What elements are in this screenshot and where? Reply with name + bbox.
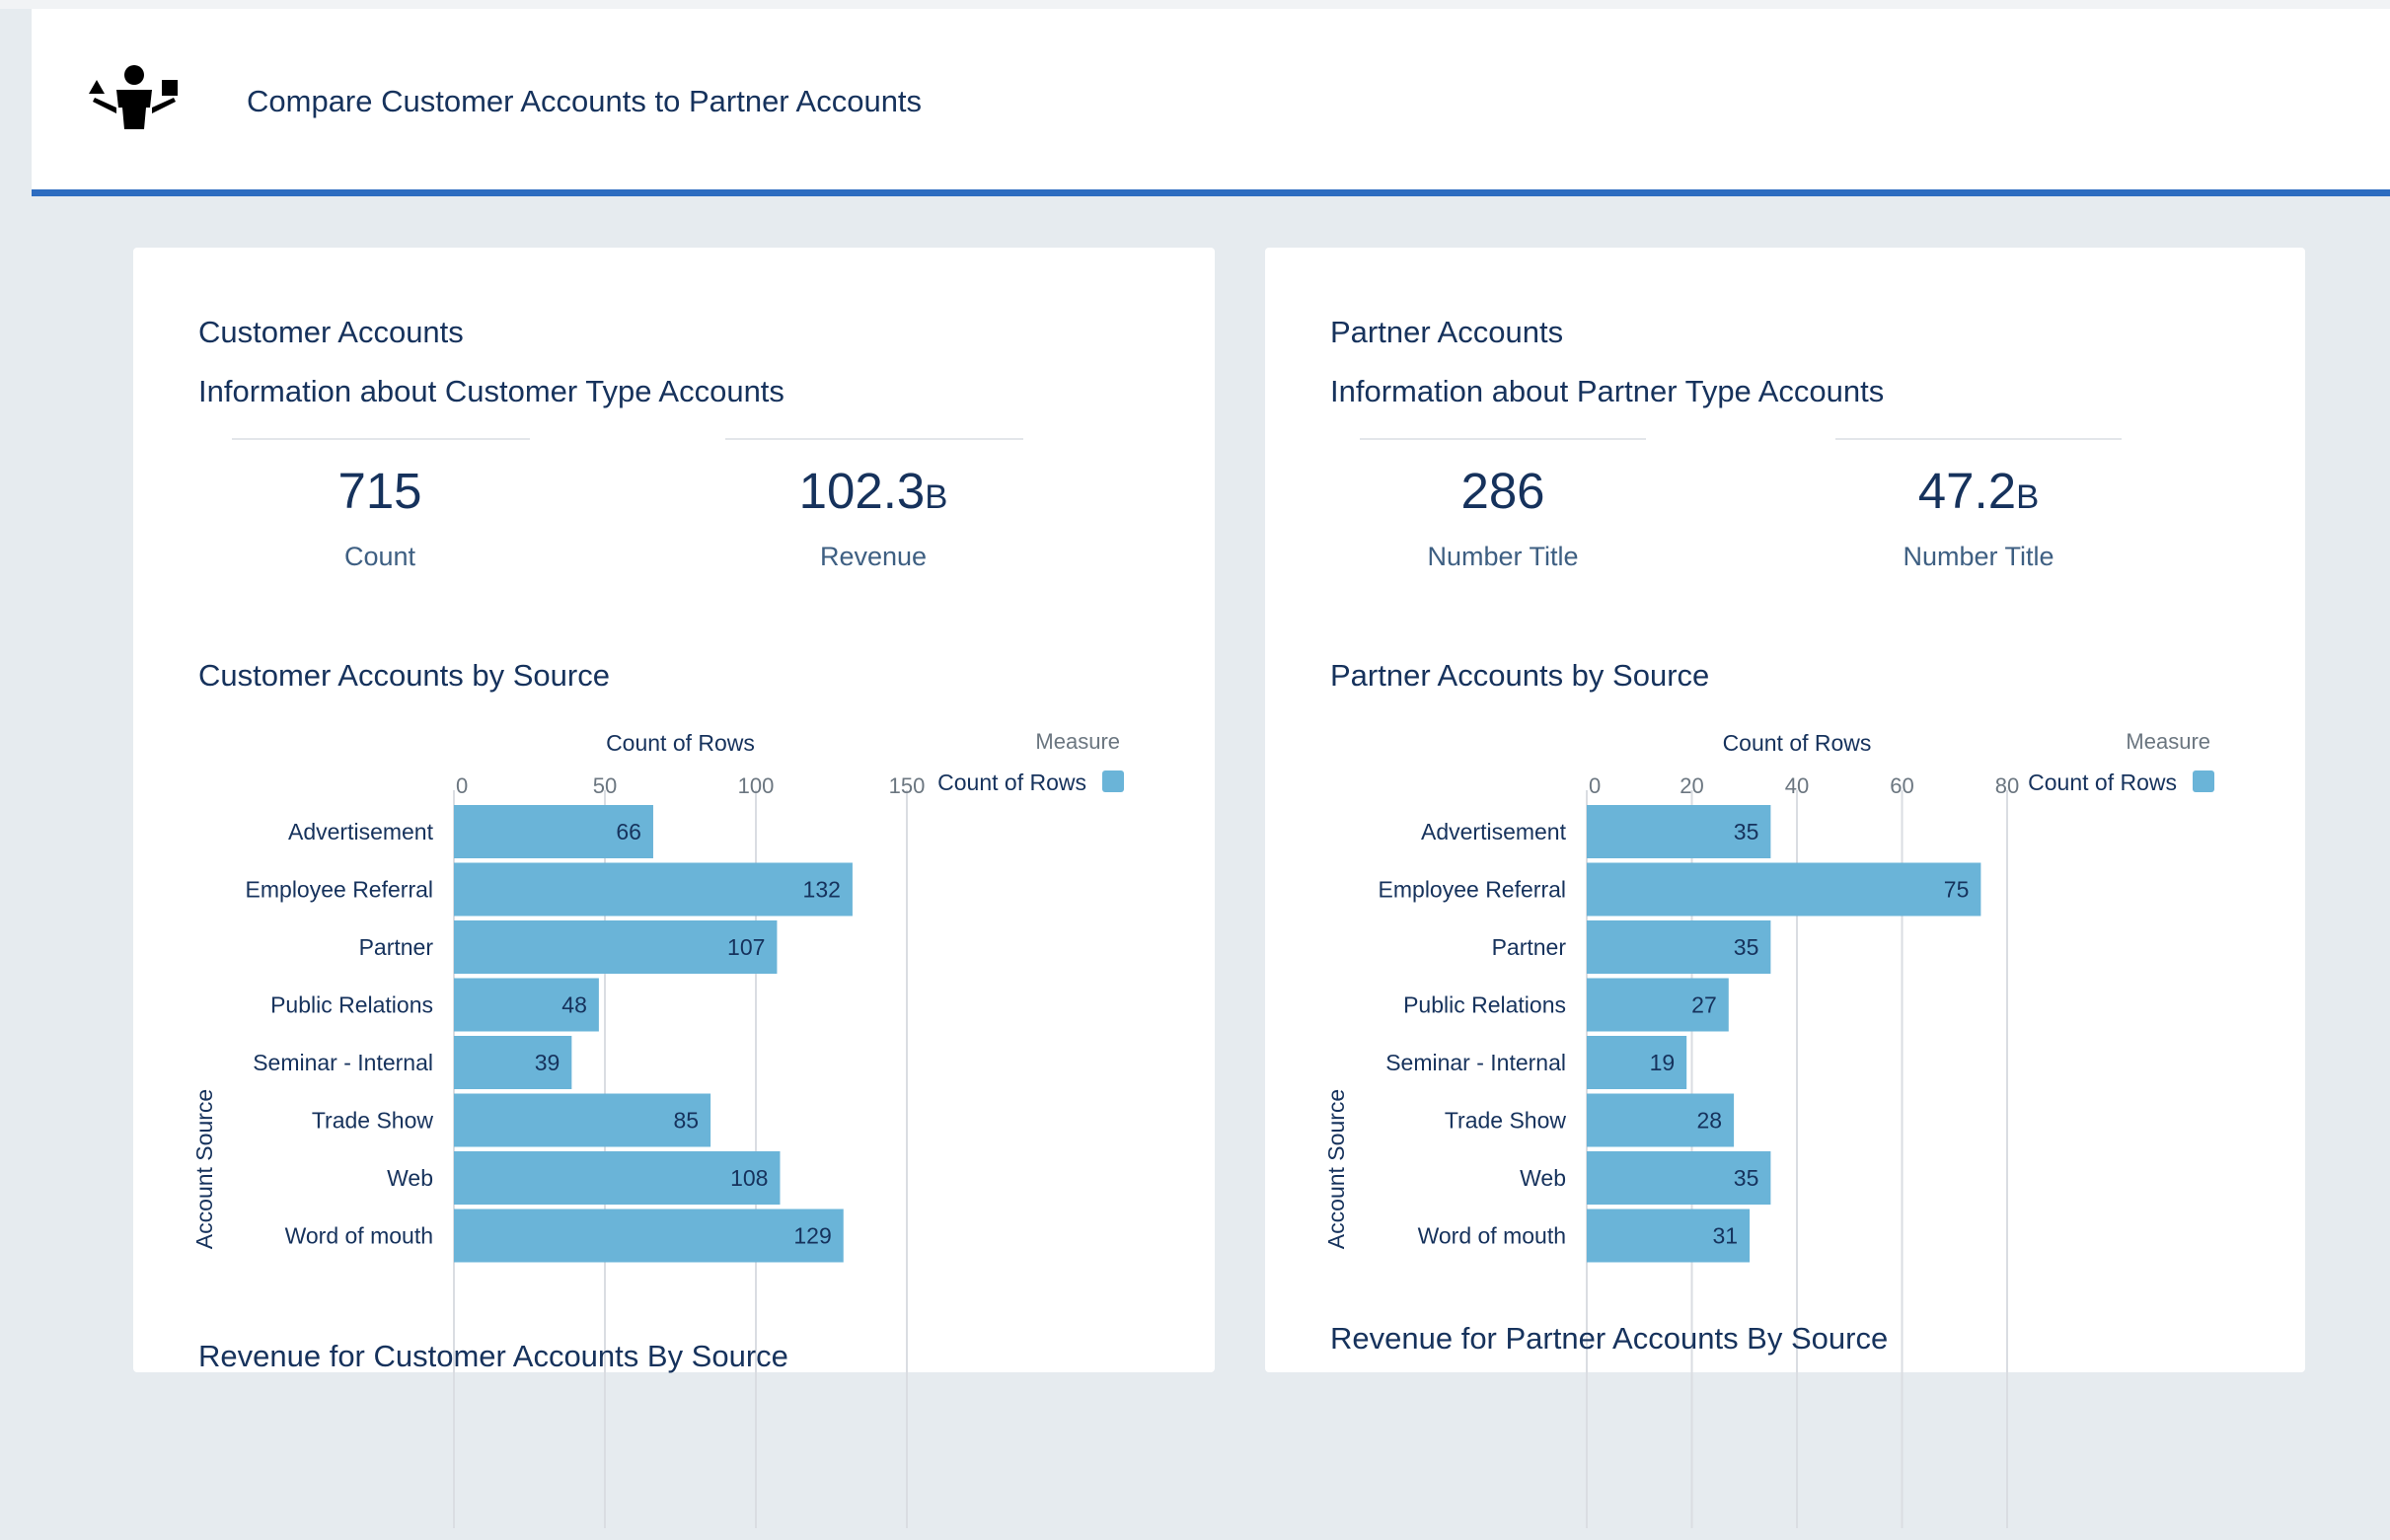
bar-value-label: 66 — [616, 819, 641, 844]
card-title: Customer Accounts — [198, 315, 464, 349]
dashboard-title: Compare Customer Accounts to Partner Acc… — [247, 84, 923, 118]
customer-revenue-label: Revenue — [819, 542, 928, 571]
category-label: Partner — [359, 934, 434, 960]
chart-title: Customer Accounts by Source — [198, 658, 610, 693]
metric-divider — [1835, 438, 2122, 440]
bar-value-label: 35 — [1734, 819, 1759, 844]
card-subtitle: Information about Customer Type Accounts — [198, 374, 784, 408]
category-label: Word of mouth — [285, 1223, 433, 1249]
category-label: Partner — [1492, 934, 1567, 960]
x-tick-label: 150 — [889, 773, 926, 798]
bar-value-label: 19 — [1650, 1050, 1676, 1075]
category-label: Web — [1520, 1165, 1566, 1191]
chart-title: Partner Accounts by Source — [1330, 658, 1710, 693]
x-tick-label: 50 — [593, 773, 617, 798]
bar-value-label: 107 — [727, 934, 765, 960]
bar-value-label: 35 — [1734, 1165, 1759, 1191]
category-label: Trade Show — [312, 1108, 434, 1134]
section-title: Revenue for Customer Accounts By Source — [198, 1339, 788, 1373]
bar-value-label: 28 — [1697, 1108, 1723, 1134]
customer-count-value: 715 — [337, 463, 422, 519]
legend-label: Count of Rows — [2028, 770, 2177, 795]
customer-accounts-card: Customer Accounts Information about Cust… — [133, 248, 1215, 1528]
legend-swatch — [1102, 770, 1124, 792]
category-label: Public Relations — [1403, 992, 1566, 1018]
metric-unit-suffix: B — [2016, 478, 2040, 516]
category-label: Employee Referral — [246, 877, 433, 903]
category-label: Advertisement — [288, 819, 434, 844]
metric-divider — [1360, 438, 1646, 440]
partner-revenue-value: 47.2B — [1917, 463, 2040, 519]
category-label: Seminar - Internal — [1385, 1050, 1566, 1075]
partner-revenue-label: Number Title — [1903, 542, 2054, 571]
legend-swatch — [2193, 770, 2214, 792]
metric-divider — [232, 438, 530, 440]
x-tick-label: 20 — [1680, 773, 1703, 798]
metric-divider — [725, 438, 1023, 440]
x-tick-label: 80 — [1995, 773, 2019, 798]
legend-title: Measure — [1035, 729, 1120, 754]
bar-value-label: 35 — [1734, 934, 1759, 960]
bar-value-label: 132 — [803, 877, 841, 903]
bar — [454, 862, 853, 917]
bar-value-label: 39 — [535, 1050, 560, 1075]
metric-unit-suffix: B — [925, 478, 948, 516]
category-label: Advertisement — [1421, 819, 1567, 844]
y-axis-title: Account Source — [191, 1089, 217, 1249]
category-label: Trade Show — [1445, 1108, 1567, 1134]
bar-value-label: 85 — [674, 1108, 700, 1134]
bar-value-label: 48 — [561, 992, 587, 1018]
x-axis-title: Count of Rows — [606, 730, 755, 756]
partner-count-value: 286 — [1460, 463, 1545, 519]
bar — [1587, 862, 1981, 917]
x-axis-title: Count of Rows — [1723, 730, 1872, 756]
dashboard-header: Compare Customer Accounts to Partner Acc… — [32, 9, 2390, 196]
x-tick-label: 0 — [1589, 773, 1601, 798]
category-label: Word of mouth — [1418, 1223, 1566, 1249]
customer-count-label: Count — [343, 542, 416, 571]
customer-accounts-bar-chart: Count of Rows Account Source 0 50 100 150 66 Ad… — [191, 729, 1124, 1528]
category-label: Seminar - Internal — [253, 1050, 433, 1075]
card-title: Partner Accounts — [1330, 315, 1564, 349]
bar — [454, 1093, 711, 1147]
bar-value-label: 108 — [730, 1165, 768, 1191]
bar — [454, 1209, 844, 1263]
top-strip — [0, 0, 2390, 9]
x-tick-label: 100 — [738, 773, 775, 798]
customer-revenue-value: 102.3B — [798, 463, 948, 519]
bar-value-label: 75 — [1944, 877, 1970, 903]
bar-value-label: 129 — [793, 1223, 831, 1249]
x-tick-label: 60 — [1890, 773, 1913, 798]
x-tick-label: 0 — [456, 773, 468, 798]
card-subtitle: Information about Partner Type Accounts — [1330, 374, 1885, 408]
legend-label: Count of Rows — [937, 770, 1086, 795]
category-label: Employee Referral — [1379, 877, 1566, 903]
y-axis-title: Account Source — [1323, 1089, 1349, 1249]
bar-value-label: 31 — [1712, 1223, 1738, 1249]
partner-accounts-bar-chart: Count of Rows Account Source 0 20 40 60 80 35 Ad… — [1323, 729, 2214, 1528]
partner-count-label: Number Title — [1427, 542, 1579, 571]
x-tick-label: 40 — [1785, 773, 1809, 798]
legend-title: Measure — [2126, 729, 2210, 754]
section-title: Revenue for Partner Accounts By Source — [1330, 1321, 1889, 1356]
people-balance-icon — [89, 65, 178, 129]
partner-accounts-card: Partner Accounts Information about Partn… — [1265, 248, 2305, 1528]
bar-value-label: 27 — [1691, 992, 1717, 1018]
category-label: Web — [387, 1165, 433, 1191]
category-label: Public Relations — [270, 992, 433, 1018]
